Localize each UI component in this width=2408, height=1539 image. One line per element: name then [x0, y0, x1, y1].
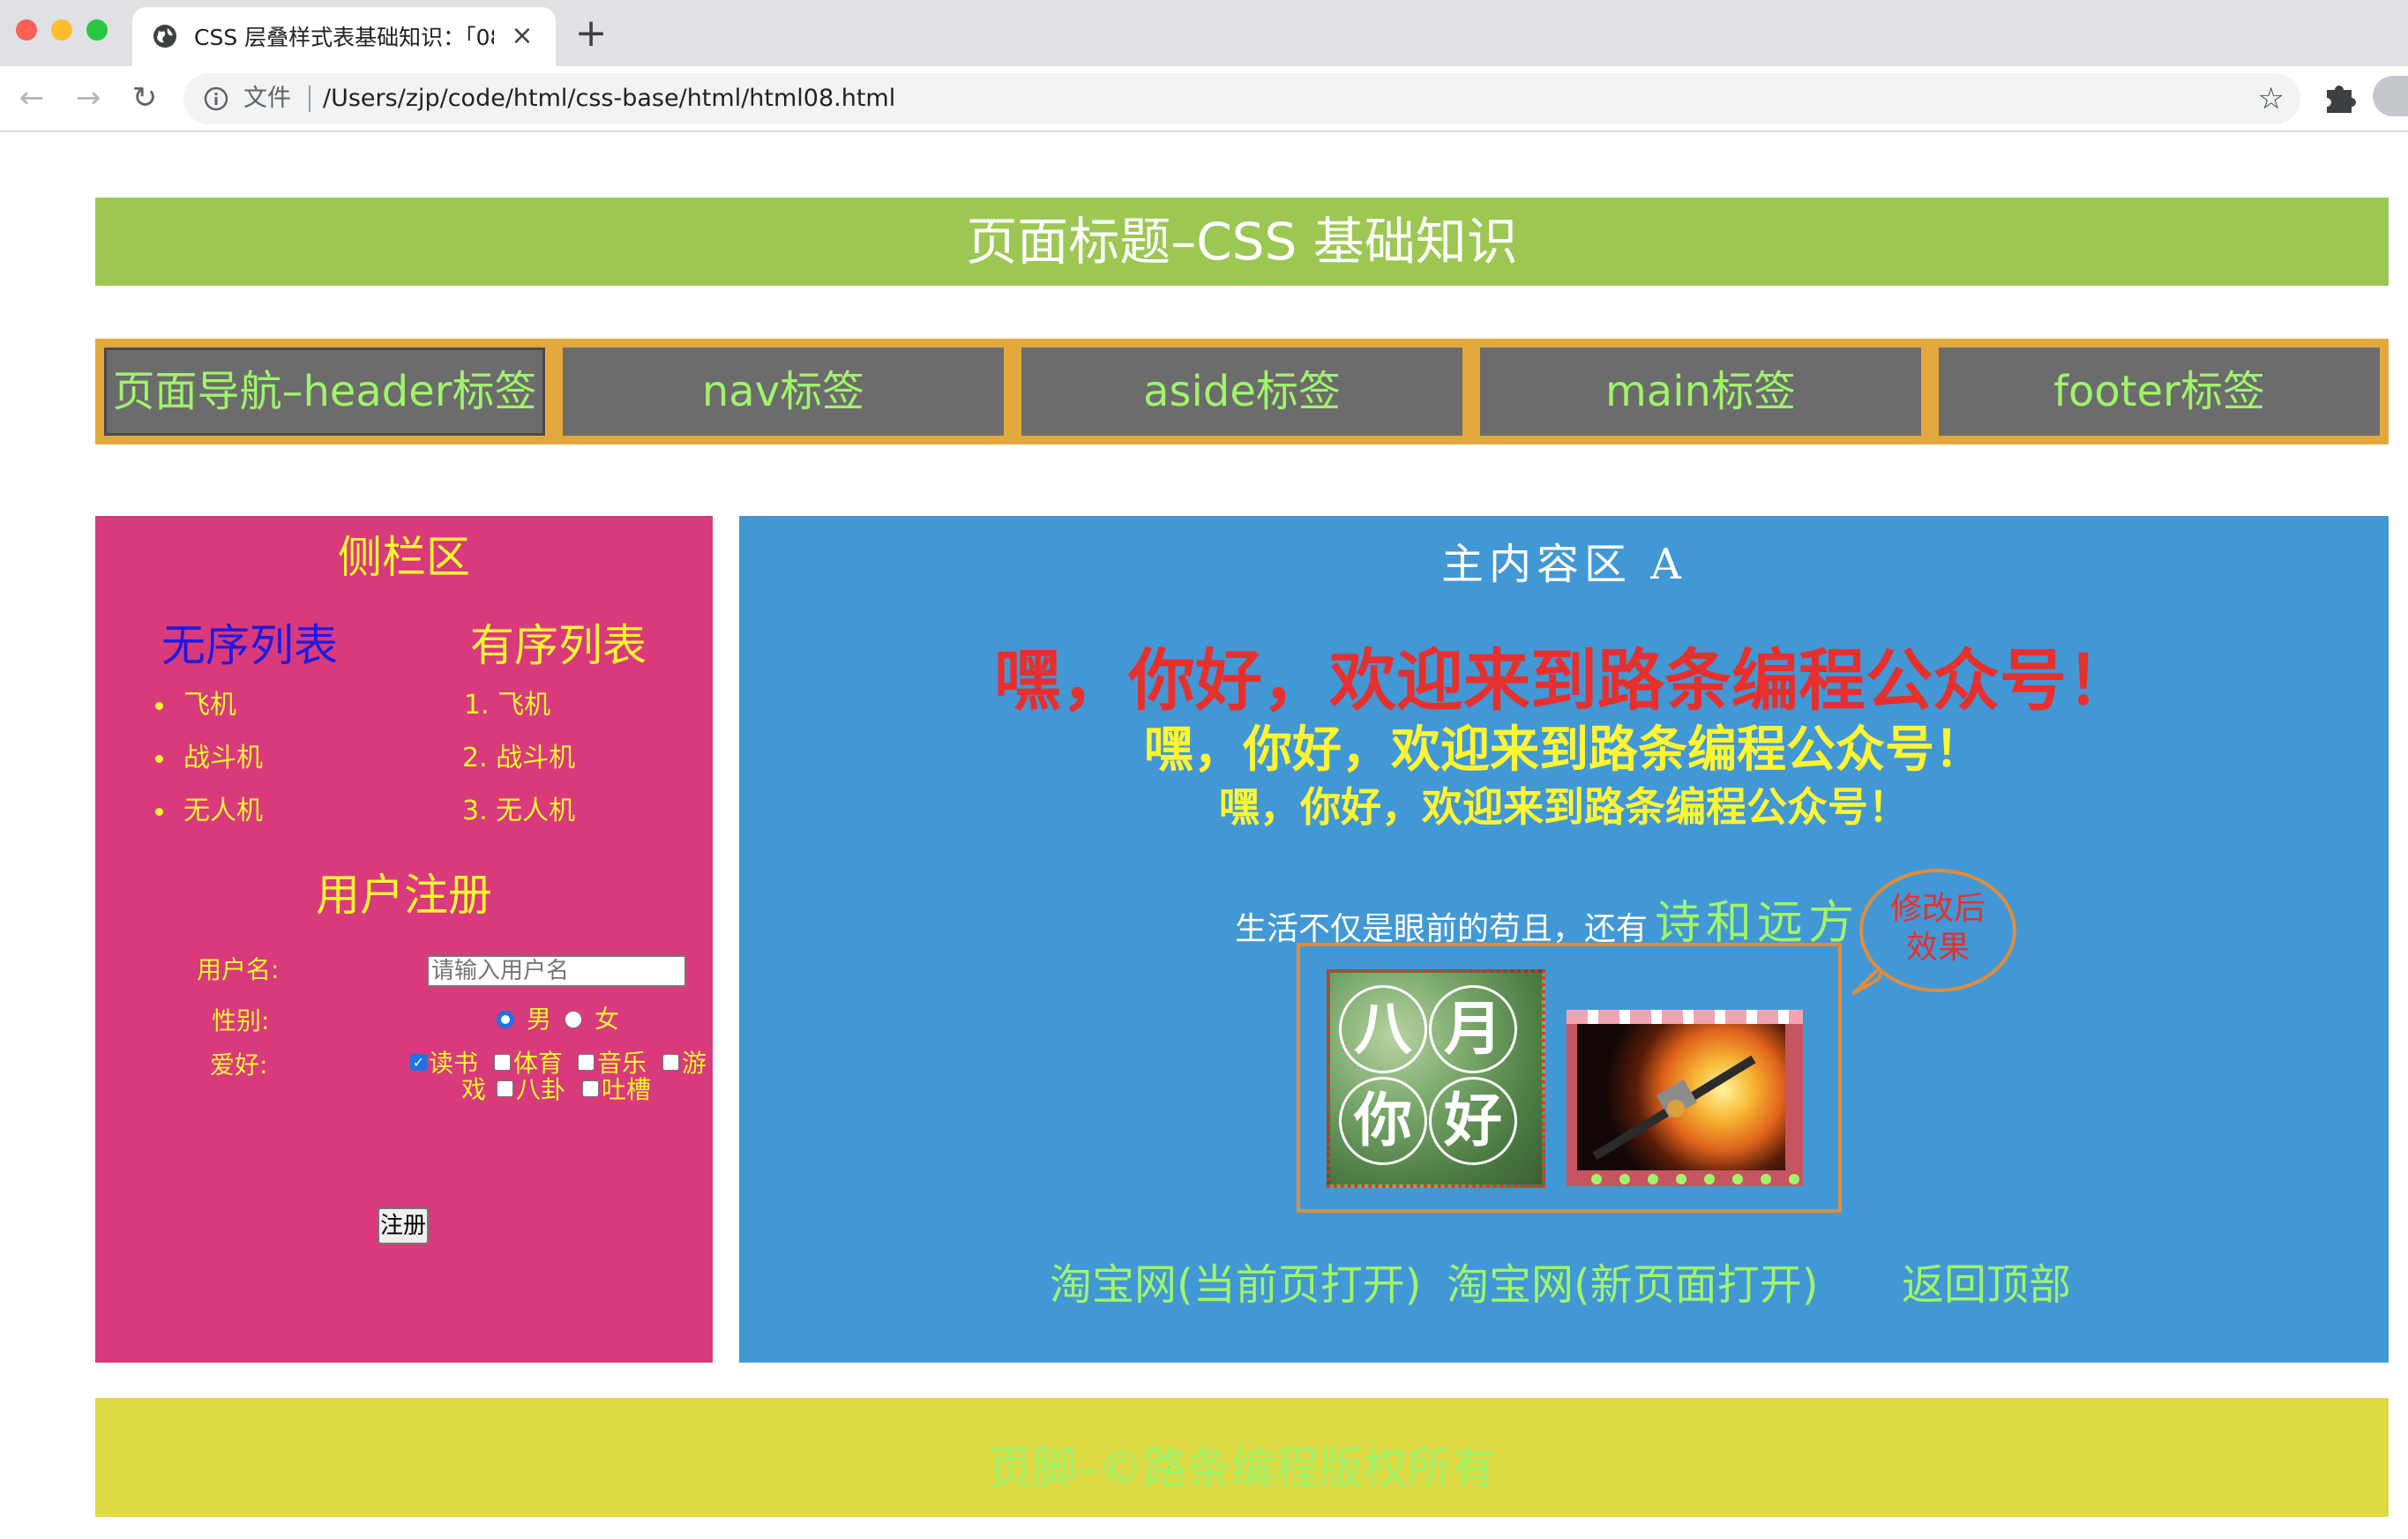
ul-list-item: 飞机: [183, 690, 236, 721]
browser-titlebar: CSS 层叠样式表基础知识：「08 × +: [0, 0, 2408, 66]
globe-icon: [153, 25, 176, 48]
border-dot: [1676, 1174, 1686, 1184]
image-border-stripes: [1567, 1010, 1803, 1024]
greeting-heading-3: 嘿，你好，欢迎来到路条编程公众号！: [1219, 783, 1909, 831]
hobby-checkbox-complain[interactable]: [582, 1080, 599, 1097]
border-dot: [1648, 1174, 1658, 1184]
main-content: 主内容区 A 嘿，你好，欢迎来到路条编程公众号！ 嘿，你好，欢迎来到路条编程公众…: [739, 516, 2389, 1363]
browser-tab-active[interactable]: CSS 层叠样式表基础知识：「08 ×: [132, 7, 556, 66]
new-tab-button[interactable]: +: [572, 14, 610, 53]
window-close-button[interactable]: [16, 19, 37, 41]
sun-probe-image: [1567, 1010, 1803, 1186]
address-bar[interactable]: 文件 /Users/zjp/code/html/css-base/html/ht…: [183, 73, 2300, 124]
hobby-checkbox-sports[interactable]: [494, 1054, 511, 1071]
ol-list-item: 3. 无人机: [462, 796, 576, 826]
gender-radio-female[interactable]: [565, 1011, 582, 1028]
back-button[interactable]: ←: [12, 78, 51, 117]
link-taobao-same-page[interactable]: 淘宝网(当前页打开): [1050, 1257, 1421, 1313]
nav-item-main[interactable]: main标签: [1480, 347, 1921, 436]
info-icon[interactable]: [203, 86, 229, 112]
profile-avatar[interactable]: [2373, 76, 2408, 116]
reload-button[interactable]: ↻: [125, 78, 164, 117]
ul-list-item: 战斗机: [183, 743, 263, 773]
border-dot: [1704, 1174, 1715, 1184]
hobby-option: 戏: [461, 1075, 487, 1104]
link-back-to-top[interactable]: 返回顶部: [1902, 1257, 2071, 1313]
ol-list-item: 1. 飞机: [464, 690, 551, 721]
sun-photo: [1577, 1024, 1785, 1170]
browser-toolbar: ← → ↻ 文件 /Users/zjp/code/html/css-base/h…: [0, 66, 2408, 132]
hobby-option: 读书: [429, 1049, 479, 1078]
bubble-line-1: 修改后: [1889, 891, 1985, 927]
sidebar-title: 侧栏区: [338, 532, 470, 583]
border-dot: [1732, 1174, 1743, 1184]
sidebar: 侧栏区 无序列表 有序列表 飞机 战斗机 无人机 1. 飞机 2. 战斗机 3.…: [95, 516, 713, 1363]
page-header-title: 页面标题–CSS 基础知识: [95, 198, 2389, 286]
page-nav: 页面导航–header标签 nav标签 aside标签 main标签 foote…: [95, 339, 2389, 445]
image-glyph: 八: [1339, 985, 1427, 1073]
nav-item-header[interactable]: 页面导航–header标签: [104, 347, 545, 436]
forward-button[interactable]: →: [69, 78, 108, 117]
nav-item-aside[interactable]: aside标签: [1021, 347, 1462, 436]
image-glyph: 你: [1339, 1077, 1427, 1165]
nav-item-nav[interactable]: nav标签: [563, 347, 1004, 436]
window-maximize-button[interactable]: [86, 19, 108, 41]
speech-bubble: 修改后 效果: [1859, 869, 2016, 992]
ol-list-item: 2. 战斗机: [462, 743, 576, 773]
window-minimize-button[interactable]: [51, 19, 72, 41]
list-bullet: [155, 755, 163, 763]
url-text[interactable]: /Users/zjp/code/html/css-base/html/html0…: [323, 82, 895, 116]
hobby-option: 音乐: [597, 1049, 647, 1078]
tab-close-icon[interactable]: ×: [507, 21, 537, 51]
scheme-label: 文件: [243, 85, 291, 112]
border-dot: [1789, 1174, 1799, 1184]
gender-radio-male[interactable]: [497, 1011, 514, 1028]
border-dot: [1591, 1174, 1602, 1184]
hobby-checkbox-music[interactable]: [578, 1054, 595, 1071]
unordered-list-heading: 无序列表: [161, 620, 338, 671]
address-divider: [309, 86, 310, 112]
hobby-option: 体育: [513, 1049, 564, 1078]
bookmark-star-icon[interactable]: ☆: [2258, 80, 2285, 117]
tab-title: CSS 层叠样式表基础知识：「08: [194, 25, 494, 50]
greeting-heading-1: 嘿，你好，欢迎来到路条编程公众号！: [994, 641, 2134, 720]
ul-list-item: 无人机: [183, 796, 263, 826]
image-border-dots: [1584, 1172, 1799, 1186]
register-submit-button[interactable]: 注册: [378, 1207, 429, 1244]
image-glyph: 好: [1429, 1077, 1517, 1165]
register-title: 用户注册: [316, 870, 492, 921]
extensions-puzzle-icon[interactable]: [2322, 79, 2357, 115]
list-bullet: [155, 808, 163, 816]
link-taobao-new-page[interactable]: 淘宝网(新页面打开): [1447, 1257, 1818, 1313]
hobby-checkbox-games[interactable]: [662, 1054, 679, 1071]
gender-option-male: 男: [527, 1005, 552, 1034]
nav-item-footer[interactable]: footer标签: [1939, 347, 2380, 436]
username-label: 用户名:: [197, 955, 280, 984]
bubble-line-2: 效果: [1905, 930, 1970, 966]
page-footer: 页脚–©路条编程版权所有: [95, 1398, 2389, 1517]
hobby-option: 八卦: [516, 1075, 566, 1104]
main-title: 主内容区 A: [1441, 540, 1686, 589]
username-input[interactable]: 请输入用户名: [427, 955, 686, 987]
page-viewport: 页面标题–CSS 基础知识 页面导航–header标签 nav标签 aside标…: [0, 132, 2408, 1517]
border-dot: [1619, 1174, 1630, 1184]
ordered-list-heading: 有序列表: [470, 620, 647, 671]
image-glyph: 月: [1429, 985, 1517, 1073]
august-hello-image: 八 月 你 好: [1327, 969, 1545, 1188]
gender-label: 性别:: [212, 1006, 270, 1035]
border-dot: [1761, 1174, 1771, 1184]
hobby-label: 爱好:: [210, 1050, 268, 1080]
spacecraft-graphic: [1592, 1055, 1756, 1161]
greeting-heading-2: 嘿，你好，欢迎来到路条编程公众号！: [1144, 721, 1984, 779]
list-bullet: [155, 702, 163, 710]
hobby-checkbox-reading[interactable]: ✓: [410, 1054, 427, 1071]
gender-option-female: 女: [595, 1005, 620, 1034]
hobby-option: 游: [682, 1049, 707, 1078]
hobby-option: 吐槽: [602, 1075, 652, 1104]
hobby-checkbox-gossip[interactable]: [497, 1080, 513, 1097]
